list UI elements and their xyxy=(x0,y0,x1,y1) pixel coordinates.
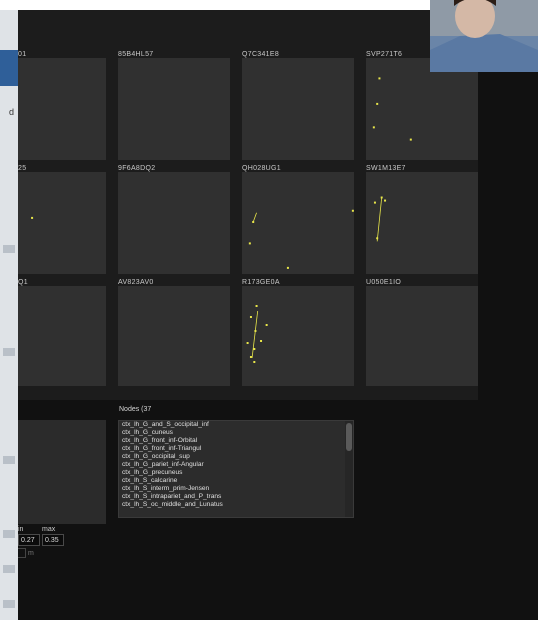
node-list-item[interactable]: ctx_lh_G_front_inf-Orbital xyxy=(119,437,353,445)
plot-line xyxy=(251,310,259,359)
plot-point xyxy=(249,356,252,358)
plot-point xyxy=(376,237,379,240)
node-list-item[interactable]: ctx_lh_G_cuneus xyxy=(119,429,353,437)
plot-point xyxy=(409,138,412,141)
plot-point xyxy=(286,266,289,269)
plot-point xyxy=(252,220,255,223)
plot-point xyxy=(255,305,258,307)
nodes-list[interactable]: ctx_lh_G_and_S_occipital_inf ctx_lh_G_cun… xyxy=(118,420,354,518)
avatar xyxy=(430,0,538,72)
sidebar-mark xyxy=(3,565,15,573)
sidebar-mark xyxy=(3,348,15,356)
scrollbar-thumb[interactable] xyxy=(346,423,352,451)
sidebar-header xyxy=(0,50,18,86)
node-list-item[interactable]: ctx_lh_G_pariet_inf-Angular xyxy=(119,461,353,469)
plot-point xyxy=(246,342,249,344)
min-label: in xyxy=(18,526,24,533)
plot-point xyxy=(248,242,251,245)
sidebar-mark xyxy=(3,245,15,253)
sidebar-mark xyxy=(3,456,15,464)
plot-point xyxy=(378,77,381,80)
plot-point xyxy=(253,361,256,363)
node-list-item[interactable]: ctx_lh_S_intrapariet_and_P_trans xyxy=(119,493,353,501)
plot-point xyxy=(254,330,257,332)
plot-point xyxy=(384,199,387,202)
max-input[interactable]: 0.35 xyxy=(42,534,64,546)
nodes-title: Nodes (37 xyxy=(119,406,152,413)
plot-point xyxy=(373,201,376,204)
node-list-item[interactable]: ctx_lh_G_occipital_sup xyxy=(119,453,353,461)
min-input[interactable]: 0.27 xyxy=(18,534,40,546)
plot-point xyxy=(351,209,354,212)
max-label: max xyxy=(42,526,56,533)
plot-point xyxy=(380,196,383,199)
plot-line xyxy=(252,212,257,223)
plot-point xyxy=(31,216,34,219)
option-checkbox[interactable] xyxy=(18,548,26,558)
person-photo-icon xyxy=(430,0,538,72)
node-list-item[interactable]: ctx_lh_G_precuneus xyxy=(119,469,353,477)
nodes-scrollbar[interactable] xyxy=(345,421,353,517)
sidebar-text: d xyxy=(9,107,15,117)
plot-point xyxy=(372,126,375,129)
node-list-item[interactable]: ctx_lh_S_interm_prim-Jensen xyxy=(119,485,353,493)
plot-point xyxy=(249,316,252,318)
preview-box xyxy=(18,420,106,524)
sidebar-mark xyxy=(3,530,15,538)
plot-point xyxy=(253,348,256,350)
plot-point xyxy=(265,324,268,326)
node-list-item[interactable]: ctx_lh_G_front_inf-Triangul xyxy=(119,445,353,453)
node-list-item[interactable]: ctx_lh_G_and_S_occipital_inf xyxy=(119,421,353,429)
node-list-item[interactable]: ctx_lh_S_oc_middle_and_Lunatus xyxy=(119,501,353,509)
node-list-item[interactable]: ctx_lh_S_calcarine xyxy=(119,477,353,485)
left-sidebar-panel: d xyxy=(0,10,18,620)
plot-point xyxy=(260,340,263,342)
plot-point xyxy=(376,102,379,105)
main-panel: 01 85B4HL57 Q7C341E8 SVP271T6 25 9F6A8DQ… xyxy=(18,10,538,620)
checkbox-label: m xyxy=(28,550,34,557)
sidebar-mark xyxy=(3,600,15,608)
plot-line xyxy=(376,197,383,242)
control-panel: in max 0.27 0.35 m Nodes (37 ctx_lh_G_an… xyxy=(18,400,538,620)
